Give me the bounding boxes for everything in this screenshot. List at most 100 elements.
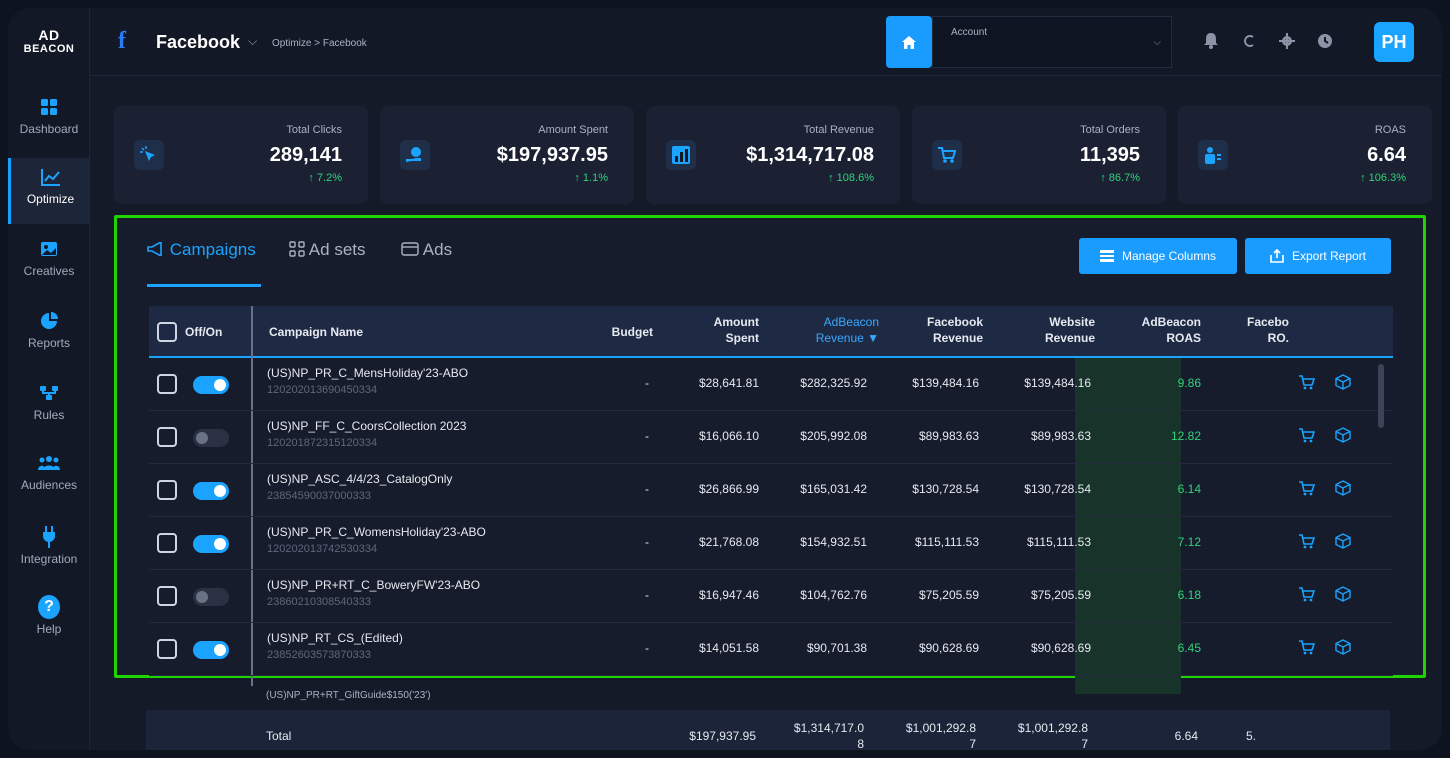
campaign-name[interactable]: (US)NP_PR+RT_C_BoweryFW'23-ABO xyxy=(267,578,480,592)
campaign-id: 120201872315120334 xyxy=(267,437,378,449)
website-revenue-cell: $90,628.69 xyxy=(1030,641,1091,655)
top-bar: f Facebook ⌵ Optimize > Facebook Account… xyxy=(90,8,1442,76)
campaign-name[interactable]: (US)NP_ASC_4/4/23_CatalogOnly xyxy=(267,472,452,486)
cube-icon[interactable] xyxy=(1335,374,1351,390)
table-row[interactable]: (US)NP_PR_C_WomensHoliday'23-ABO 1202020… xyxy=(149,517,1393,570)
col-budget[interactable]: Budget xyxy=(589,324,653,340)
chevron-down-icon: ⌵ xyxy=(1153,37,1161,48)
col-campaign-name[interactable]: Campaign Name xyxy=(269,324,363,340)
row-actions xyxy=(1299,586,1351,602)
budget-cell: - xyxy=(645,482,649,496)
table-row[interactable]: (US)NP_PR_C_MensHoliday'23-ABO 120202013… xyxy=(149,358,1393,411)
cube-icon[interactable] xyxy=(1335,480,1351,496)
sidebar-item-help[interactable]: ? Help xyxy=(8,595,90,636)
campaign-name[interactable]: (US)NP_PR_C_WomensHoliday'23-ABO xyxy=(267,525,486,539)
campaign-name[interactable]: (US)NP_FF_C_CoorsCollection 2023 xyxy=(267,419,466,433)
total-line1: $1,001,292.8 xyxy=(905,721,976,735)
bell-icon[interactable] xyxy=(1202,32,1220,50)
row-checkbox[interactable] xyxy=(157,639,177,659)
table-row[interactable]: (US)NP_RT_CS_(Edited) 23852603573870333 … xyxy=(149,623,1393,676)
grid-icon xyxy=(38,96,60,118)
website-revenue-cell: $89,983.63 xyxy=(1030,429,1091,443)
clock-icon[interactable] xyxy=(1316,32,1334,50)
budget-cell: - xyxy=(645,429,649,443)
row-checkbox[interactable] xyxy=(157,586,177,606)
col-website-revenue[interactable]: Website Revenue xyxy=(999,314,1095,346)
cart-icon[interactable] xyxy=(1299,480,1315,496)
sidebar-item-label: Creatives xyxy=(23,264,75,278)
tab-adsets[interactable]: Ad sets xyxy=(289,240,366,260)
cart-icon[interactable] xyxy=(1299,533,1315,549)
col-facebook-roas[interactable]: Facebo RO. xyxy=(1229,314,1289,346)
export-report-button[interactable]: Export Report xyxy=(1245,238,1391,274)
stat-title: Total Orders xyxy=(1080,124,1140,136)
avatar[interactable]: PH xyxy=(1374,22,1414,62)
col-adbeacon-revenue[interactable]: AdBeacon Revenue ▼ xyxy=(779,314,879,346)
facebook-revenue-cell: $90,628.69 xyxy=(918,641,979,655)
sidebar-item-rules[interactable]: Rules xyxy=(8,382,90,422)
row-checkbox[interactable] xyxy=(157,533,177,553)
stat-value: 289,141 xyxy=(269,144,342,166)
select-all-checkbox[interactable] xyxy=(157,322,177,342)
cube-icon[interactable] xyxy=(1335,427,1351,443)
campaign-toggle[interactable] xyxy=(193,535,229,553)
cart-icon[interactable] xyxy=(1299,427,1315,443)
campaign-name[interactable]: (US)NP_RT_CS_(Edited) xyxy=(267,631,403,645)
col-offon[interactable]: Off/On xyxy=(185,324,222,340)
platform-selector[interactable]: Facebook xyxy=(156,32,240,53)
stat-value: 6.64 xyxy=(1367,144,1406,166)
breadcrumb: Optimize > Facebook xyxy=(272,38,367,49)
adbeacon-logo[interactable]: AD BEACON xyxy=(12,28,86,56)
stat-card-roas: ROAS 6.64 ↑ 106.3% xyxy=(1178,106,1432,204)
cart-icon[interactable] xyxy=(1299,639,1315,655)
sidebar-item-audiences[interactable]: Audiences xyxy=(8,452,90,492)
col-amount-spent[interactable]: Amount Spent xyxy=(689,314,759,346)
campaign-toggle[interactable] xyxy=(193,482,229,500)
col-adbeacon-roas[interactable]: AdBeacon ROAS xyxy=(1109,314,1201,346)
row-actions xyxy=(1299,639,1351,655)
chevron-down-icon[interactable]: ⌵ xyxy=(248,34,257,49)
row-checkbox[interactable] xyxy=(157,427,177,447)
sidebar-item-dashboard[interactable]: Dashboard xyxy=(8,96,90,136)
col-facebook-revenue[interactable]: Facebook Revenue xyxy=(889,314,983,346)
cube-icon[interactable] xyxy=(1335,639,1351,655)
spent-cell: $14,051.58 xyxy=(698,641,759,655)
row-checkbox[interactable] xyxy=(157,480,177,500)
cube-icon[interactable] xyxy=(1335,586,1351,602)
image-icon xyxy=(38,238,60,260)
partial-campaign-name[interactable]: (US)NP_PR+RT_GiftGuide$150('23') xyxy=(266,690,431,701)
cube-icon[interactable] xyxy=(1335,533,1351,549)
campaign-id: 23860210308540333 xyxy=(267,596,372,608)
tab-ads[interactable]: Ads xyxy=(401,240,452,260)
logo-line2: BEACON xyxy=(23,43,75,55)
campaign-toggle[interactable] xyxy=(193,376,229,394)
row-checkbox[interactable] xyxy=(157,374,177,394)
cart-icon[interactable] xyxy=(1299,374,1315,390)
cart-icon[interactable] xyxy=(1299,586,1315,602)
website-revenue-cell: $139,484.16 xyxy=(1024,376,1091,390)
sidebar-item-creatives[interactable]: Creatives xyxy=(8,238,90,278)
table-row[interactable]: (US)NP_ASC_4/4/23_CatalogOnly 2385459003… xyxy=(149,464,1393,517)
table-row[interactable]: (US)NP_FF_C_CoorsCollection 2023 1202018… xyxy=(149,411,1393,464)
manage-columns-button[interactable]: Manage Columns xyxy=(1079,238,1237,274)
gear-icon[interactable] xyxy=(1278,32,1296,50)
campaign-name[interactable]: (US)NP_PR_C_MensHoliday'23-ABO xyxy=(267,366,468,380)
table-row[interactable]: (US)NP_PR+RT_C_BoweryFW'23-ABO 238602103… xyxy=(149,570,1393,623)
home-button[interactable] xyxy=(886,16,932,68)
campaign-toggle[interactable] xyxy=(193,588,229,606)
spent-cell: $16,947.46 xyxy=(698,588,759,602)
table-scrollbar[interactable] xyxy=(1378,364,1384,428)
currency-icon[interactable] xyxy=(1240,32,1258,50)
sidebar-item-integration[interactable]: Integration xyxy=(8,526,90,566)
tab-campaigns[interactable]: Campaigns xyxy=(147,240,256,260)
sidebar-item-label: Optimize xyxy=(26,192,75,206)
sidebar-item-label: Reports xyxy=(27,336,71,350)
sidebar-item-optimize[interactable]: Optimize xyxy=(8,158,90,224)
total-adbeacon-roas: 6.64 xyxy=(1174,729,1198,743)
campaign-toggle[interactable] xyxy=(193,641,229,659)
campaign-toggle[interactable] xyxy=(193,429,229,447)
row-actions xyxy=(1299,480,1351,496)
account-select[interactable]: Account ⌵ xyxy=(932,16,1172,68)
sidebar-item-reports[interactable]: Reports xyxy=(8,310,90,350)
budget-cell: - xyxy=(645,641,649,655)
